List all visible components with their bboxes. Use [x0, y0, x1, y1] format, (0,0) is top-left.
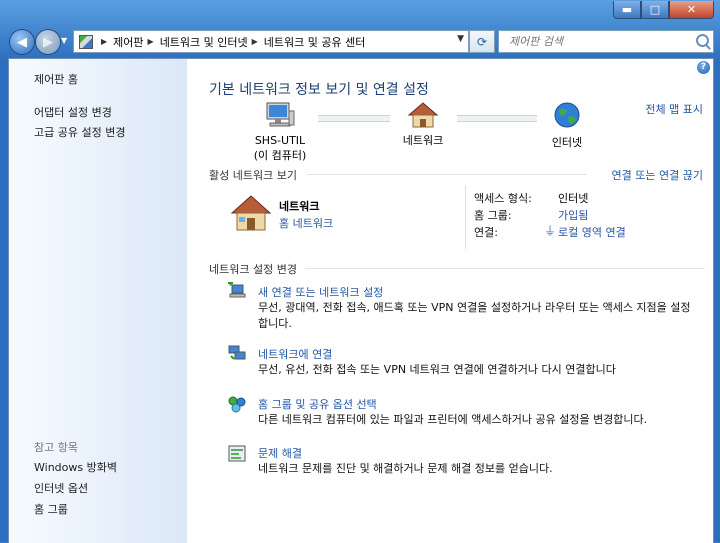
task-homegroup-link[interactable]: 홈 그룹 및 공유 옵션 선택 — [258, 396, 377, 412]
active-network-name: 네트워크 — [279, 200, 320, 213]
task-troubleshoot-desc: 네트워크 문제를 진단 및 해결하거나 문제 해결 정보를 얻습니다. — [258, 462, 553, 475]
maximize-button[interactable]: □ — [641, 1, 669, 19]
full-map-link[interactable]: 전체 맵 표시 — [645, 101, 703, 117]
sidebar-link-homegroup[interactable]: 홈 그룹 — [34, 501, 68, 517]
network-type-link[interactable]: 홈 네트워크 — [279, 215, 333, 231]
divider — [305, 268, 705, 269]
access-type-label: 액세스 형식: — [474, 192, 532, 205]
sidebar-link-control-panel-home[interactable]: 제어판 홈 — [34, 71, 78, 87]
new-connection-icon — [228, 282, 246, 298]
control-panel-icon — [79, 34, 93, 49]
connection-line — [318, 115, 390, 122]
network-settings-heading: 네트워크 설정 변경 — [209, 263, 297, 276]
network-node: 네트워크 — [392, 101, 454, 148]
active-networks-heading: 활성 네트워크 보기 — [209, 169, 297, 182]
breadcrumb-network-sharing-center[interactable]: 네트워크 및 공유 센터 — [264, 34, 366, 50]
connect-disconnect-link[interactable]: 연결 또는 연결 끊기 — [612, 167, 703, 183]
computer-icon — [266, 102, 295, 127]
refresh-button[interactable]: ⟳ — [469, 30, 495, 53]
house-icon — [407, 102, 439, 128]
computer-node: SHS-UTIL (이 컴퓨터) — [245, 101, 315, 163]
help-icon[interactable]: ? — [697, 61, 710, 74]
see-also-heading: 참고 항목 — [34, 441, 78, 454]
task-homegroup-desc: 다른 네트워크 컴퓨터에 있는 파일과 프린터에 액세스하거나 공유 설정을 변… — [258, 413, 648, 426]
task-new-connection-desc: 무선, 광대역, 전화 접속, 애드혹 또는 VPN 연결을 설정하거나 라우터… — [258, 301, 691, 330]
sidebar-link-advanced-sharing[interactable]: 고급 공유 설정 변경 — [34, 124, 125, 140]
back-button[interactable]: ◀ — [9, 29, 35, 55]
sidebar-link-adapter-settings[interactable]: 어댑터 설정 변경 — [34, 104, 112, 120]
close-button[interactable]: ✕ — [669, 1, 714, 19]
forward-button[interactable]: ▶ — [35, 29, 61, 55]
search-box[interactable] — [498, 30, 714, 53]
task-connect-network-desc: 무선, 유선, 전화 접속 또는 VPN 네트워크 연결에 연결하거나 다시 연… — [258, 363, 616, 376]
main-panel: ? 기본 네트워크 정보 보기 및 연결 설정 전체 맵 표시 SHS-UTIL… — [187, 59, 713, 543]
breadcrumb-chevron-icon[interactable]: ▶ — [101, 37, 107, 46]
page-title: 기본 네트워크 정보 보기 및 연결 설정 — [209, 82, 429, 98]
vertical-divider — [465, 185, 466, 249]
connect-network-icon — [228, 345, 246, 360]
connection-line — [457, 115, 537, 122]
computer-sublabel: (이 컴퓨터) — [253, 149, 307, 162]
task-connect-network-link[interactable]: 네트워크에 연결 — [258, 346, 332, 362]
caption-buttons: ▬ □ ✕ — [613, 1, 714, 19]
minimize-button[interactable]: ▬ — [613, 1, 641, 19]
homegroup-label: 홈 그룹: — [474, 209, 512, 222]
homegroup-link[interactable]: 가입됨 — [558, 207, 588, 223]
breadcrumb-network-internet[interactable]: 네트워크 및 인터넷 — [160, 34, 248, 50]
network-label: 네트워크 — [402, 134, 444, 147]
address-dropdown-icon[interactable]: ▼ — [457, 34, 464, 44]
local-area-connection-link[interactable]: 로컬 영역 연결 — [558, 224, 626, 240]
task-new-connection-link[interactable]: 새 연결 또는 네트워크 설정 — [258, 284, 383, 300]
recent-pages-dropdown-icon[interactable]: ▼ — [61, 36, 67, 45]
computer-name: SHS-UTIL — [254, 134, 306, 147]
internet-label: 인터넷 — [551, 136, 583, 149]
search-icon[interactable] — [696, 34, 709, 47]
home-network-icon — [230, 195, 272, 231]
task-troubleshoot-link[interactable]: 문제 해결 — [258, 445, 302, 461]
sidebar: 제어판 홈 어댑터 설정 변경 고급 공유 설정 변경 참고 항목 Window… — [9, 59, 187, 543]
content-area: 제어판 홈 어댑터 설정 변경 고급 공유 설정 변경 참고 항목 Window… — [8, 58, 714, 543]
sidebar-link-internet-options[interactable]: 인터넷 옵션 — [34, 480, 88, 496]
breadcrumb-chevron-icon[interactable]: ▶ — [252, 37, 258, 46]
globe-icon — [554, 102, 580, 128]
homegroup-sharing-icon — [228, 396, 246, 413]
divider — [307, 174, 587, 175]
navigation-bar: ◀ ▶ ▼ ▶ 제어판 ▶ 네트워크 및 인터넷 ▶ 네트워크 및 공유 센터 … — [6, 27, 714, 55]
ethernet-cable-icon: ⏚ — [544, 224, 557, 238]
breadcrumb-control-panel[interactable]: 제어판 — [113, 34, 143, 50]
window: ▬ □ ✕ ◀ ▶ ▼ ▶ 제어판 ▶ 네트워크 및 인터넷 ▶ 네트워크 및 … — [0, 0, 720, 543]
breadcrumb-chevron-icon[interactable]: ▶ — [148, 37, 154, 46]
access-type-value: 인터넷 — [558, 192, 589, 205]
address-bar[interactable]: ▶ 제어판 ▶ 네트워크 및 인터넷 ▶ 네트워크 및 공유 센터 ▼ — [73, 30, 469, 53]
search-input[interactable] — [507, 34, 691, 49]
sidebar-link-firewall[interactable]: Windows 방화벽 — [34, 459, 117, 475]
connection-label: 연결: — [474, 226, 498, 239]
troubleshoot-icon — [228, 445, 246, 462]
internet-node: 인터넷 — [542, 101, 592, 150]
